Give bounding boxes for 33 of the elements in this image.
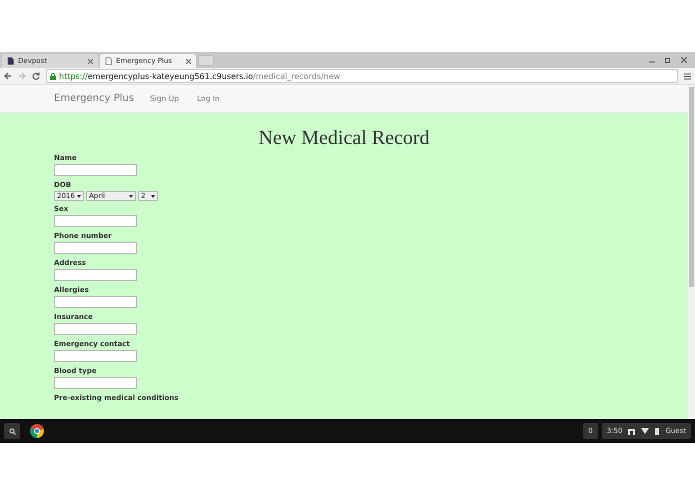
address-bar[interactable]: https://emergencyplus-kateyeung561.c9users.io/medical_records/new bbox=[46, 69, 678, 83]
caret-icon bbox=[129, 194, 133, 198]
search-icon bbox=[8, 428, 16, 434]
text-field[interactable] bbox=[54, 164, 137, 176]
back-icon[interactable] bbox=[4, 72, 12, 80]
page-icon bbox=[7, 57, 14, 65]
close-icon[interactable] bbox=[186, 58, 191, 64]
text-field[interactable] bbox=[54, 377, 137, 389]
page-heading: New Medical Record bbox=[257, 127, 431, 150]
close-icon[interactable] bbox=[681, 57, 687, 63]
wifi-icon bbox=[641, 428, 650, 434]
brand-link[interactable]: Emergency Plus bbox=[54, 93, 134, 104]
new-tab-button[interactable] bbox=[198, 55, 214, 66]
reload-icon[interactable] bbox=[32, 72, 40, 80]
close-icon[interactable] bbox=[88, 58, 93, 64]
scrollbar-thumb[interactable] bbox=[689, 87, 694, 287]
caret-icon bbox=[77, 194, 81, 198]
lock-icon bbox=[50, 72, 56, 80]
text-field[interactable] bbox=[54, 350, 137, 362]
text-field[interactable] bbox=[54, 242, 137, 254]
text-field[interactable] bbox=[54, 215, 137, 227]
battery-icon bbox=[655, 428, 660, 434]
text-field[interactable] bbox=[54, 269, 137, 281]
search-button[interactable] bbox=[4, 423, 20, 439]
browser-app-icon[interactable] bbox=[30, 424, 44, 438]
menu-icon[interactable] bbox=[684, 72, 691, 80]
text-field[interactable] bbox=[54, 323, 137, 335]
network-icon bbox=[628, 428, 636, 434]
restore-icon[interactable] bbox=[665, 57, 671, 63]
caret-icon bbox=[151, 194, 155, 198]
text-field[interactable] bbox=[54, 296, 137, 308]
page-icon bbox=[105, 57, 112, 65]
forward-icon[interactable] bbox=[18, 72, 26, 80]
